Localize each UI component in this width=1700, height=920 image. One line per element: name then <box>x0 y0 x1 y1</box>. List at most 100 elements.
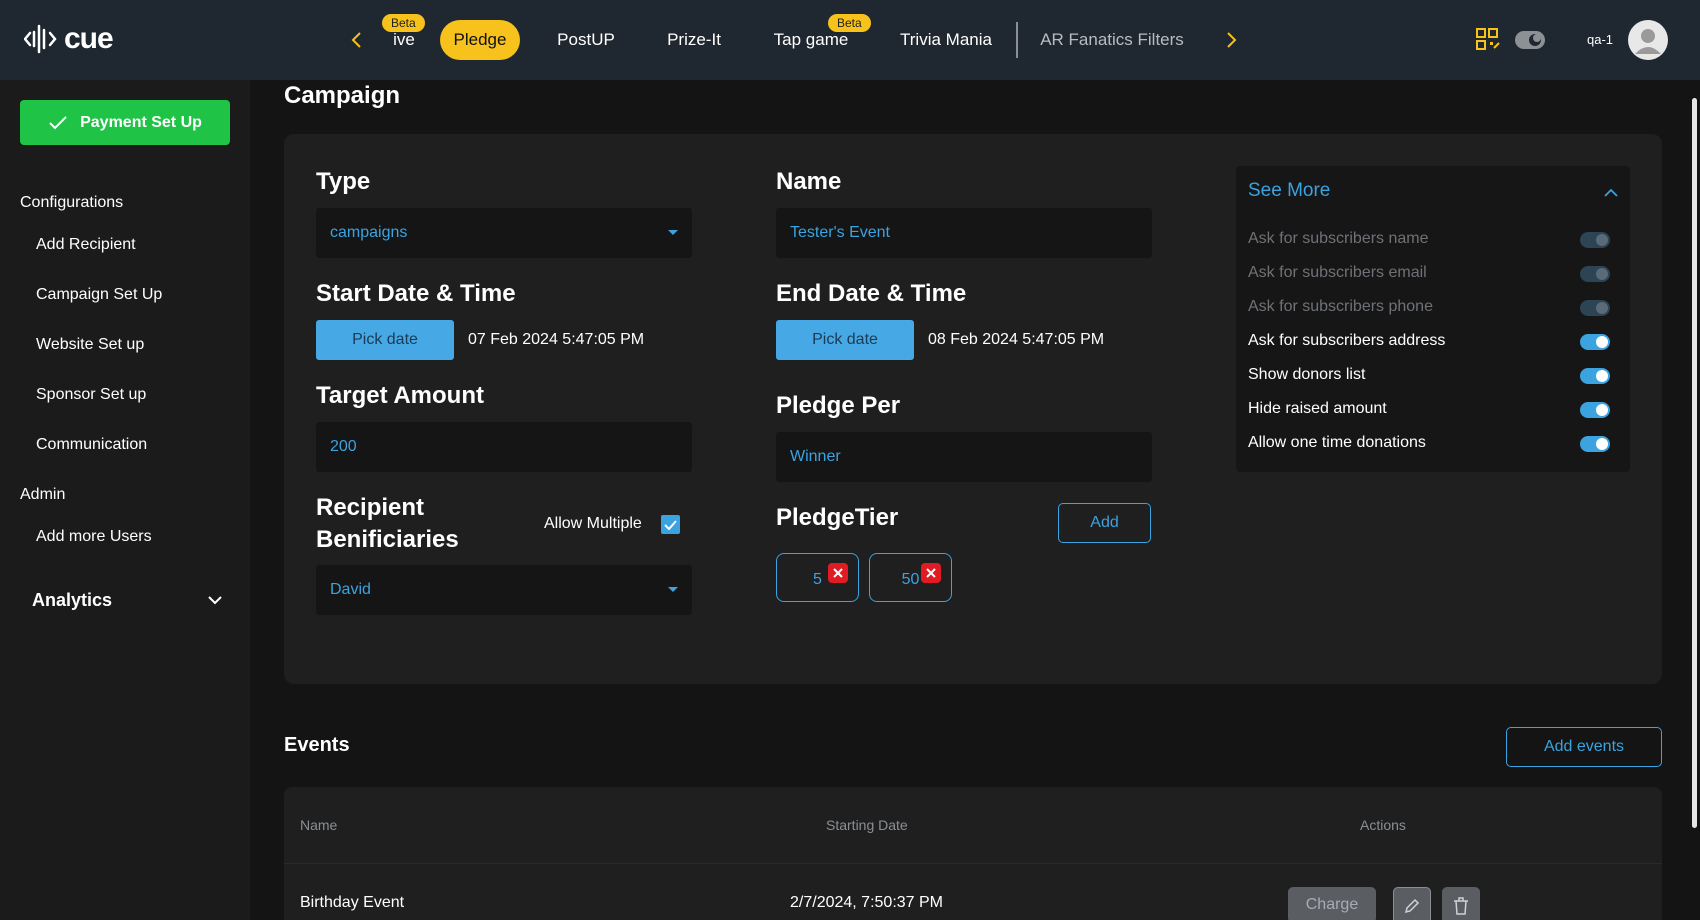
analytics-label: Analytics <box>32 590 113 610</box>
event-date-cell: 2/7/2024, 7:50:37 PM <box>790 894 943 911</box>
toggle-ask-phone[interactable] <box>1580 300 1610 316</box>
pledge-per-input[interactable]: Winner <box>776 432 1152 482</box>
sidebar-item-communication[interactable]: Communication <box>36 436 147 454</box>
configurations-heading: Configurations <box>20 194 124 211</box>
tab-pledge[interactable]: Pledge <box>440 20 520 60</box>
payment-button-label: Payment Set Up <box>80 113 202 131</box>
pencil-icon <box>1404 898 1420 914</box>
recipient-select-value: David <box>330 581 371 598</box>
target-amount-input[interactable]: 200 <box>316 422 692 472</box>
analytics-toggle[interactable]: Analytics <box>32 590 222 611</box>
toggle-ask-name[interactable] <box>1580 232 1610 248</box>
option-ask-email-label: Ask for subscribers email <box>1248 264 1427 281</box>
nav-prev-button[interactable] <box>344 26 368 54</box>
caret-down-icon <box>668 230 678 235</box>
theme-toggle[interactable] <box>1514 30 1546 55</box>
toggle-one-time-donations[interactable] <box>1580 436 1610 452</box>
remove-tier-button[interactable] <box>828 563 848 583</box>
tab-divider <box>1016 22 1018 58</box>
name-input[interactable]: Tester's Event <box>776 208 1152 258</box>
nav-next-button[interactable] <box>1220 26 1244 54</box>
type-select[interactable]: campaigns <box>316 208 692 258</box>
page-scrollbar[interactable] <box>1692 98 1697 828</box>
trash-icon <box>1454 897 1468 915</box>
edit-event-button[interactable] <box>1393 887 1431 920</box>
tab-label: ive <box>393 30 415 49</box>
chevron-down-icon <box>208 596 222 605</box>
tab-label: PostUP <box>557 30 615 49</box>
events-title: Events <box>284 734 350 756</box>
tab-label: Prize-It <box>667 30 721 49</box>
pledge-tier-add-button[interactable]: Add <box>1058 503 1151 543</box>
toggle-knob <box>1596 302 1608 314</box>
pledge-per-value: Winner <box>790 448 841 465</box>
tab-ar-fanatics-filters[interactable]: AR Fanatics Filters <box>1036 20 1188 60</box>
toggle-hide-raised[interactable] <box>1580 402 1610 418</box>
tab-label: Tap game <box>773 30 849 49</box>
column-header-starting-date: Starting Date <box>826 817 908 833</box>
see-more-panel: See More Ask for subscribers name Ask fo… <box>1236 166 1630 472</box>
add-events-button[interactable]: Add events <box>1506 727 1662 767</box>
end-pick-date-button[interactable]: Pick date <box>776 320 914 360</box>
sidebar-item-sponsor-set-up[interactable]: Sponsor Set up <box>36 386 146 404</box>
avatar[interactable] <box>1628 20 1668 60</box>
allow-multiple-label: Allow Multiple <box>544 515 642 532</box>
table-divider <box>284 863 1662 864</box>
option-show-donors-label: Show donors list <box>1248 366 1366 383</box>
toggle-knob <box>1596 234 1608 246</box>
toggle-knob <box>1596 370 1608 382</box>
allow-multiple-checkbox[interactable] <box>661 515 680 534</box>
recipient-label-line1: Recipient <box>316 494 425 521</box>
sidebar-item-add-more-users[interactable]: Add more Users <box>36 528 152 546</box>
column-header-actions: Actions <box>1360 817 1406 833</box>
tab-label: Trivia Mania <box>900 30 992 49</box>
type-select-value: campaigns <box>330 224 408 241</box>
end-date-value: 08 Feb 2024 5:47:05 PM <box>928 331 1105 348</box>
toggle-knob <box>1596 404 1608 416</box>
pledge-per-label: Pledge Per <box>776 392 901 419</box>
tab-label: AR Fanatics Filters <box>1040 30 1184 49</box>
tab-postup[interactable]: PostUP <box>548 20 624 60</box>
delete-event-button[interactable] <box>1442 887 1480 920</box>
pledge-tier-label: PledgeTier <box>776 504 899 531</box>
option-one-time-donations-label: Allow one time donations <box>1248 434 1426 451</box>
close-icon <box>833 568 843 578</box>
remove-tier-button[interactable] <box>921 563 941 583</box>
sidebar-item-campaign-set-up[interactable]: Campaign Set Up <box>36 286 162 304</box>
name-label: Name <box>776 168 842 195</box>
pledge-tier-value: 50 <box>901 570 920 588</box>
user-avatar-icon <box>1635 29 1661 54</box>
toggle-ask-address[interactable] <box>1580 334 1610 350</box>
tab-prize-it[interactable]: Prize-It <box>654 20 734 60</box>
toggle-knob <box>1596 268 1608 280</box>
top-navigation-bar: cue ive Beta Pledge PostUP Prize-It Tap … <box>0 0 1700 80</box>
page-title: Campaign <box>284 82 401 109</box>
name-input-value: Tester's Event <box>790 224 890 241</box>
option-ask-phone-label: Ask for subscribers phone <box>1248 298 1433 315</box>
waveform-logo-icon <box>24 24 57 54</box>
recipient-select[interactable]: David <box>316 565 692 615</box>
cue-logo[interactable]: cue <box>24 22 114 56</box>
start-pick-date-button[interactable]: Pick date <box>316 320 454 360</box>
beta-badge: Beta <box>382 14 425 32</box>
charge-button[interactable]: Charge <box>1288 887 1376 920</box>
toggle-show-donors[interactable] <box>1580 368 1610 384</box>
start-date-label: Start Date & Time <box>316 280 516 307</box>
close-icon <box>926 568 936 578</box>
logo-text: cue <box>64 22 114 55</box>
chevron-left-icon <box>351 32 361 48</box>
sidebar-item-add-recipient[interactable]: Add Recipient <box>36 236 136 254</box>
toggle-ask-email[interactable] <box>1580 266 1610 282</box>
recipient-label: Recipient Benificiaries <box>316 492 459 556</box>
payment-set-up-button[interactable]: Payment Set Up <box>20 100 230 145</box>
toggle-knob <box>1596 438 1608 450</box>
qr-code-button[interactable] <box>1476 28 1500 57</box>
tab-trivia-mania[interactable]: Trivia Mania <box>892 20 1000 60</box>
username-label: qa-1 <box>1587 32 1614 47</box>
option-hide-raised-label: Hide raised amount <box>1248 400 1387 417</box>
sidebar-item-website-set-up[interactable]: Website Set up <box>36 336 144 354</box>
collapse-button[interactable] <box>1604 184 1618 202</box>
target-amount-label: Target Amount <box>316 382 484 409</box>
start-date-value: 07 Feb 2024 5:47:05 PM <box>468 331 645 348</box>
see-more-title[interactable]: See More <box>1248 180 1330 202</box>
